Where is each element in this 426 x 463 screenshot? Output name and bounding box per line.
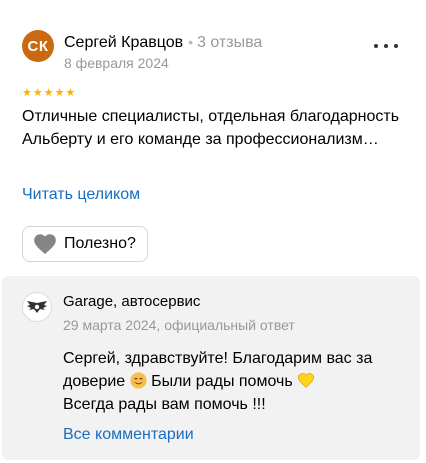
review-text: Отличные специалисты, отдельная благодар…	[22, 108, 400, 148]
reply-text-part2: Были рады помочь	[146, 373, 298, 390]
org-logo[interactable]	[22, 292, 52, 322]
star-icon: ★	[22, 87, 32, 99]
avatar-initials: СК	[27, 37, 49, 55]
star-icon: ★	[43, 87, 54, 99]
helpful-label: Полезно?	[64, 235, 136, 252]
star-icon: ★	[65, 87, 76, 99]
review-date: 8 февраля 2024	[64, 55, 169, 71]
more-dot-icon	[384, 44, 388, 48]
all-comments-link[interactable]: Все комментарии	[63, 426, 194, 444]
more-dot-icon	[394, 44, 398, 48]
author-name[interactable]: Сергей Кравцов	[64, 34, 183, 51]
reply-text-line2: Всегда рады вам помочь !!!	[63, 396, 266, 413]
review-count: 3 отзыва	[197, 34, 263, 51]
smiling-face-emoji-icon	[130, 372, 147, 389]
heart-icon	[34, 234, 56, 255]
more-dot-icon	[374, 44, 378, 48]
more-options-button[interactable]	[374, 38, 398, 54]
yellow-heart-emoji-icon	[298, 373, 315, 388]
org-name[interactable]: Garage, автосервис	[63, 293, 200, 310]
author-line: Сергей Кравцов • 3 отзыва	[64, 33, 262, 52]
read-more-link[interactable]: Читать целиком	[22, 186, 140, 204]
reply-text: Сергей, здравствуйте! Благодарим вас за …	[63, 347, 408, 416]
separator-dot: •	[188, 34, 194, 50]
helpful-button[interactable]: Полезно?	[22, 226, 148, 262]
reply-meta: 29 марта 2024, официальный ответ	[63, 317, 295, 333]
rating-stars: ★ ★ ★ ★ ★	[22, 88, 75, 99]
review-card: СК Сергей Кравцов • 3 отзыва 8 февраля 202…	[0, 0, 426, 278]
author-avatar[interactable]: СК	[22, 30, 54, 62]
winged-logo-icon	[27, 301, 47, 313]
official-reply: Garage, автосервис 29 марта 2024, официа…	[2, 276, 420, 460]
star-icon: ★	[54, 87, 65, 99]
star-icon: ★	[32, 87, 43, 99]
